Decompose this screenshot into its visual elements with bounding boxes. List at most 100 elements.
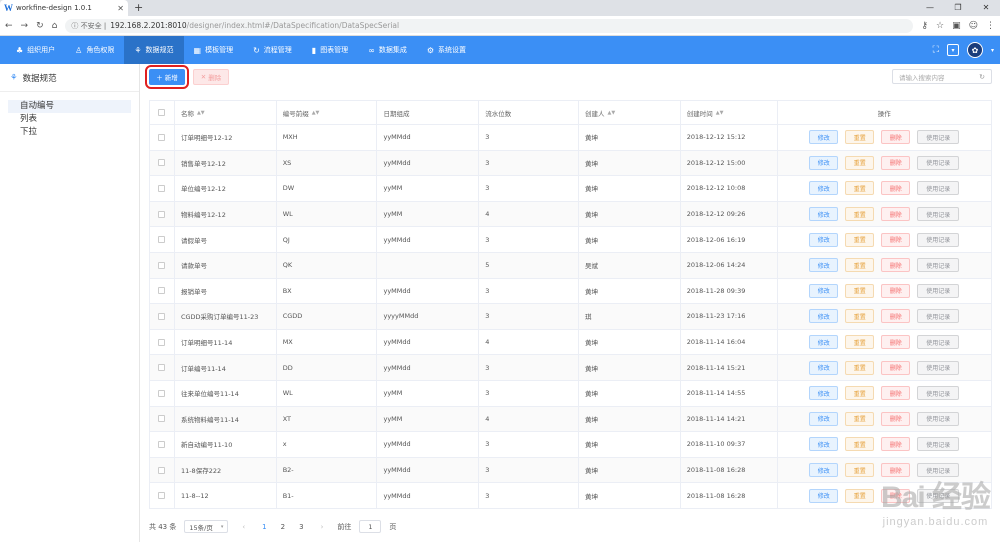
back-icon[interactable]: ←	[5, 21, 13, 31]
row-delete-button[interactable]: 删除	[881, 360, 911, 375]
row-checkbox[interactable]	[158, 210, 166, 218]
fullscreen-icon[interactable]: ⛶	[933, 45, 939, 55]
usage-log-button[interactable]: 使用记录	[917, 360, 960, 375]
search-input[interactable]: 请输入搜索内容 ↻	[892, 69, 992, 84]
usage-log-button[interactable]: 使用记录	[917, 283, 960, 298]
nav-item-data-spec[interactable]: ⚘ 数据规范	[124, 36, 184, 64]
prev-page-icon[interactable]: ‹	[236, 523, 251, 531]
usage-log-button[interactable]: 使用记录	[917, 207, 960, 222]
row-delete-button[interactable]: 删除	[881, 130, 911, 145]
usage-log-button[interactable]: 使用记录	[917, 155, 960, 170]
reset-button[interactable]: 重置	[845, 309, 875, 324]
menu-icon[interactable]: ⋮	[986, 21, 995, 31]
caret-down-icon[interactable]: ▾	[991, 47, 994, 54]
page-1[interactable]: 1	[259, 523, 269, 531]
edit-button[interactable]: 修改	[809, 155, 839, 170]
row-checkbox[interactable]	[158, 159, 166, 167]
edit-button[interactable]: 修改	[809, 488, 839, 503]
reset-button[interactable]: 重置	[845, 232, 875, 247]
usage-log-button[interactable]: 使用记录	[917, 411, 960, 426]
restore-icon[interactable]: ❐	[944, 0, 972, 16]
browser-tab[interactable]: W workfine-design 1.0.1 ✕	[0, 0, 128, 16]
column-header-creator[interactable]: 创建人 ▲▼	[579, 101, 681, 124]
nav-item-flows[interactable]: ↻ 流程管理	[243, 36, 302, 64]
reset-button[interactable]: 重置	[845, 130, 875, 145]
row-delete-button[interactable]: 删除	[881, 155, 911, 170]
edit-button[interactable]: 修改	[809, 335, 839, 350]
row-delete-button[interactable]: 删除	[881, 232, 911, 247]
edit-button[interactable]: 修改	[809, 437, 839, 452]
reset-button[interactable]: 重置	[845, 386, 875, 401]
home-icon[interactable]: ⌂	[52, 21, 58, 31]
edit-button[interactable]: 修改	[809, 309, 839, 324]
row-delete-button[interactable]: 删除	[881, 309, 911, 324]
usage-log-button[interactable]: 使用记录	[917, 437, 960, 452]
reset-button[interactable]: 重置	[845, 155, 875, 170]
edit-button[interactable]: 修改	[809, 411, 839, 426]
sidebar-item-list[interactable]: 列表	[8, 113, 131, 126]
usage-log-button[interactable]: 使用记录	[917, 309, 960, 324]
usage-log-button[interactable]: 使用记录	[917, 232, 960, 247]
reset-button[interactable]: 重置	[845, 181, 875, 196]
row-checkbox[interactable]	[158, 440, 166, 448]
sidebar-item-auto-number[interactable]: 自动编号	[8, 100, 131, 113]
row-delete-button[interactable]: 删除	[881, 283, 911, 298]
nav-item-integration[interactable]: ∞ 数据集成	[358, 36, 417, 64]
row-delete-button[interactable]: 删除	[881, 386, 911, 401]
delete-button[interactable]: ✕ 删除	[193, 69, 229, 85]
row-delete-button[interactable]: 删除	[881, 335, 911, 350]
column-header-name[interactable]: 名称 ▲▼	[175, 101, 277, 124]
row-checkbox[interactable]	[158, 261, 166, 269]
usage-log-button[interactable]: 使用记录	[917, 335, 960, 350]
row-delete-button[interactable]: 删除	[881, 258, 911, 273]
page-2[interactable]: 2	[278, 523, 288, 531]
nav-item-org-users[interactable]: ♣ 组织用户	[6, 36, 65, 64]
edit-button[interactable]: 修改	[809, 360, 839, 375]
column-header-created-at[interactable]: 创建时间 ▲▼	[681, 101, 778, 124]
window-close-icon[interactable]: ✕	[972, 0, 1000, 16]
usage-log-button[interactable]: 使用记录	[917, 258, 960, 273]
page-3[interactable]: 3	[296, 523, 306, 531]
reset-button[interactable]: 重置	[845, 437, 875, 452]
select-all-checkbox[interactable]	[158, 109, 166, 116]
avatar[interactable]: ✿	[966, 42, 983, 58]
edit-button[interactable]: 修改	[809, 463, 839, 478]
nav-item-templates[interactable]: ▦ 模板管理	[184, 36, 244, 64]
reload-icon[interactable]: ↻	[36, 21, 44, 31]
bookmark-star-icon[interactable]: ☆	[936, 21, 944, 31]
tab-close-icon[interactable]: ✕	[117, 4, 124, 13]
reset-button[interactable]: 重置	[845, 283, 875, 298]
row-checkbox[interactable]	[158, 364, 166, 372]
row-checkbox[interactable]	[158, 287, 166, 295]
key-icon[interactable]: ⚷	[921, 21, 928, 31]
nav-item-settings[interactable]: ⚙ 系统设置	[417, 36, 476, 64]
nav-item-charts[interactable]: ▮ 图表管理	[302, 36, 358, 64]
edit-button[interactable]: 修改	[809, 130, 839, 145]
reset-button[interactable]: 重置	[845, 360, 875, 375]
edit-button[interactable]: 修改	[809, 258, 839, 273]
row-checkbox[interactable]	[158, 492, 166, 500]
row-checkbox[interactable]	[158, 133, 166, 141]
reset-button[interactable]: 重置	[845, 488, 875, 503]
sidebar-item-dropdown[interactable]: 下拉	[8, 126, 131, 139]
row-delete-button[interactable]: 删除	[881, 207, 911, 222]
usage-log-button[interactable]: 使用记录	[917, 386, 960, 401]
reset-button[interactable]: 重置	[845, 207, 875, 222]
usage-log-button[interactable]: 使用记录	[917, 181, 960, 196]
row-checkbox[interactable]	[158, 184, 166, 192]
extension-icon[interactable]: ▣	[952, 21, 961, 31]
edit-button[interactable]: 修改	[809, 207, 839, 222]
reset-button[interactable]: 重置	[845, 463, 875, 478]
column-header-prefix[interactable]: 编号前缀 ▲▼	[277, 101, 378, 124]
row-checkbox[interactable]	[158, 338, 166, 346]
dropdown-toggle-icon[interactable]: ▾	[946, 44, 959, 56]
minimize-icon[interactable]: —	[916, 0, 944, 16]
row-delete-button[interactable]: 删除	[881, 181, 911, 196]
row-checkbox[interactable]	[158, 312, 166, 320]
edit-button[interactable]: 修改	[809, 181, 839, 196]
edit-button[interactable]: 修改	[809, 386, 839, 401]
profile-icon[interactable]: ☺	[969, 21, 978, 31]
reset-button[interactable]: 重置	[845, 411, 875, 426]
row-checkbox[interactable]	[158, 389, 166, 397]
edit-button[interactable]: 修改	[809, 283, 839, 298]
